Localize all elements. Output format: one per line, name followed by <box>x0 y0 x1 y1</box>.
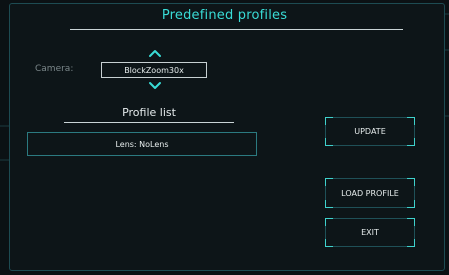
camera-select[interactable]: BlockZoom30x <box>101 62 207 78</box>
corner-decoration <box>407 239 415 247</box>
corner-decoration <box>325 138 333 146</box>
corner-decoration <box>325 117 333 125</box>
profile-list-heading: Profile list <box>122 106 176 119</box>
dialog-title: Predefined profiles <box>161 8 288 23</box>
load-profile-button[interactable]: LOAD PROFILE <box>325 178 415 208</box>
camera-label: Camera: <box>35 64 74 74</box>
corner-decoration <box>407 138 415 146</box>
chevron-down-icon[interactable] <box>148 79 162 93</box>
corner-decoration <box>407 200 415 208</box>
exit-button[interactable]: EXIT <box>325 218 415 247</box>
title-divider <box>70 29 403 30</box>
profile-list-divider <box>64 122 234 123</box>
chevron-up-icon[interactable] <box>148 46 162 60</box>
load-profile-button-label: LOAD PROFILE <box>341 188 399 198</box>
update-button-label: UPDATE <box>354 127 386 136</box>
corner-decoration <box>325 239 333 247</box>
corner-decoration <box>407 178 415 186</box>
corner-decoration <box>325 218 333 226</box>
profile-list-item[interactable]: Lens: NoLens <box>27 132 257 156</box>
corner-decoration <box>407 117 415 125</box>
update-button[interactable]: UPDATE <box>325 117 415 146</box>
corner-decoration <box>325 200 333 208</box>
corner-decoration <box>407 218 415 226</box>
exit-button-label: EXIT <box>361 228 379 237</box>
corner-decoration <box>325 178 333 186</box>
